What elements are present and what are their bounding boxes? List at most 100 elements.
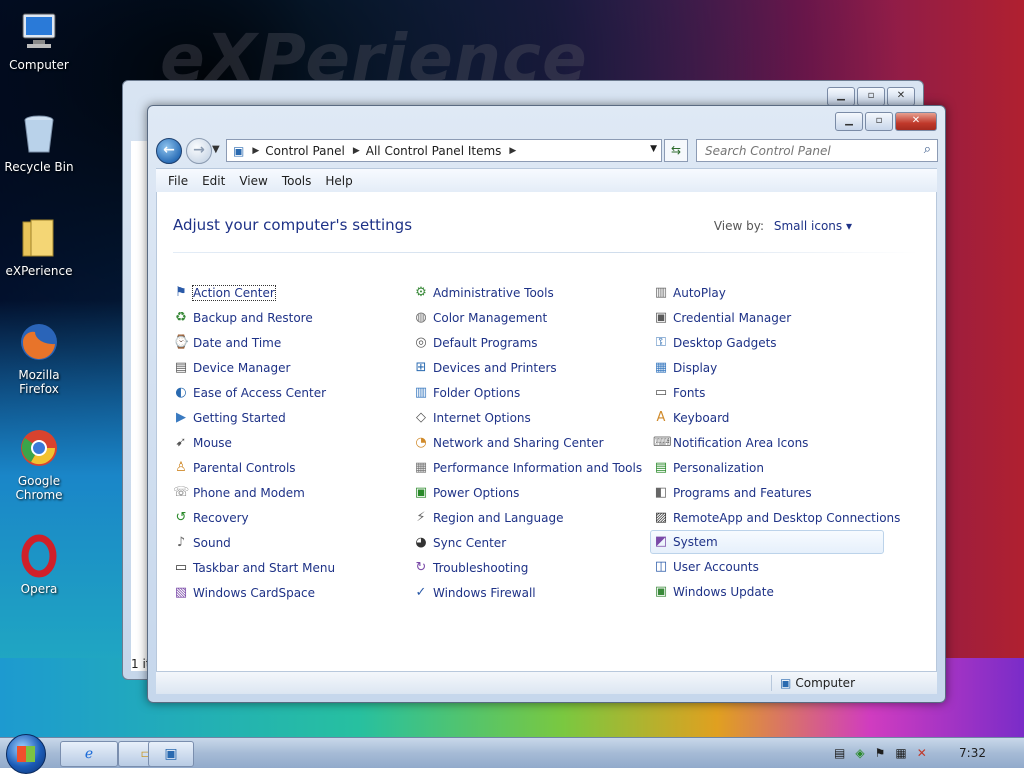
cp-item-action-center[interactable]: ⚑ Action Center [173,280,335,305]
cp-item-label: Fonts [673,385,706,400]
address-bar[interactable]: ▣ ▶ Control Panel ▶ All Control Panel It… [226,139,662,162]
cp-item-getting-started[interactable]: ▶ Getting Started [173,405,335,430]
control-panel-icon: ▣ [233,143,245,158]
menu-tools[interactable]: Tools [282,174,312,188]
maximize-button[interactable]: ▫ [865,112,893,131]
flag-icon[interactable]: ⚑ [875,746,886,760]
cp-item-folder-options[interactable]: ▥ Folder Options [413,380,642,405]
breadcrumb-all-items[interactable]: All Control Panel Items [366,144,502,158]
menu-file[interactable]: File [168,174,188,188]
start-button[interactable] [6,734,46,774]
address-dropdown-icon[interactable]: ▼ [650,144,657,154]
status-location-label: Computer [795,676,855,690]
cp-item-recovery[interactable]: ↺ Recovery [173,505,335,530]
menu-edit[interactable]: Edit [202,174,225,188]
cp-item-ease-of-access-center[interactable]: ◐ Ease of Access Center [173,380,335,405]
forward-button[interactable]: → [186,138,212,164]
cp-item-backup-and-restore[interactable]: ♻ Backup and Restore [173,305,335,330]
cp-item-performance-information-and-tools[interactable]: ▦ Performance Information and Tools [413,455,642,480]
cp-item-internet-options[interactable]: ◇ Internet Options [413,405,642,430]
minimize-button[interactable]: ▁ [827,87,855,106]
cp-item-autoplay[interactable]: ▥ AutoPlay [653,280,900,305]
cp-item-color-management[interactable]: ◍ Color Management [413,305,642,330]
control-panel-window[interactable]: ▁ ▫ ✕ ← → ▼ ▣ ▶ Control Panel ▶ All Cont… [147,105,946,703]
cp-item-default-programs[interactable]: ◎ Default Programs [413,330,642,355]
cp-item-device-manager[interactable]: ▤ Device Manager [173,355,335,380]
network-icon[interactable]: ▦ [895,746,906,760]
cp-item-personalization[interactable]: ▤ Personalization [653,455,900,480]
cp-item-user-accounts[interactable]: ◫ User Accounts [653,554,900,579]
desktop-icon-chrome[interactable]: Google Chrome [0,426,78,502]
recent-pages-dropdown[interactable]: ▼ [212,144,220,155]
maximize-button[interactable]: ▫ [857,87,885,106]
desktop-icon-recycle-bin[interactable]: Recycle Bin [0,112,78,174]
cp-item-keyboard[interactable]: A Keyboard [653,405,900,430]
cp-item-fonts[interactable]: ▭ Fonts [653,380,900,405]
cp-item-sync-center[interactable]: ◕ Sync Center [413,530,642,555]
view-by-value[interactable]: Small icons [774,219,842,233]
cp-item-power-options[interactable]: ▣ Power Options [413,480,642,505]
cp-item-label: Performance Information and Tools [433,460,643,475]
desktop-icon-experience[interactable]: eXPerience [0,216,78,278]
cp-item-notification-area-icons[interactable]: ⌨ Notification Area Icons [653,430,900,455]
clock[interactable]: 7:32 [959,746,986,760]
items-column-1: ⚑ Action Center ♻ Backup and Restore ⌚ Date a… [173,280,335,605]
cp-item-network-and-sharing-center[interactable]: ◔ Network and Sharing Center [413,430,642,455]
breadcrumb-separator[interactable]: ▶ [252,146,259,156]
taskbar-ie-button[interactable]: ℯ [60,741,118,767]
cp-item-troubleshooting[interactable]: ↻ Troubleshooting [413,555,642,580]
folder-icon: ▥ [414,384,428,400]
desktop-icon-firefox[interactable]: Mozilla Firefox [0,320,78,396]
cp-item-label: Desktop Gadgets [673,335,777,350]
cp-item-system[interactable]: ◩ System [650,530,884,554]
breadcrumb-separator[interactable]: ▶ [353,146,360,156]
close-button[interactable]: ✕ [887,87,915,106]
menu-view[interactable]: View [239,174,267,188]
cp-item-programs-and-features[interactable]: ◧ Programs and Features [653,480,900,505]
cp-item-windows-firewall[interactable]: ✓ Windows Firewall [413,580,642,605]
backup-icon: ♻ [175,309,187,325]
minimize-button[interactable]: ▁ [835,112,863,131]
cp-item-windows-update[interactable]: ▣ Windows Update [653,579,900,604]
cp-item-parental-controls[interactable]: ♙ Parental Controls [173,455,335,480]
cp-item-devices-and-printers[interactable]: ⊞ Devices and Printers [413,355,642,380]
document-icon[interactable]: ▤ [834,746,845,760]
search-input[interactable] [703,140,907,161]
cp-item-label: Network and Sharing Center [433,435,604,450]
cp-item-windows-cardspace[interactable]: ▧ Windows CardSpace [173,580,335,605]
refresh-button[interactable]: ⇆ [664,139,688,162]
cp-item-display[interactable]: ▦ Display [653,355,900,380]
menu-help[interactable]: Help [325,174,352,188]
cp-item-label: Taskbar and Start Menu [193,560,336,575]
close-button[interactable]: ✕ [895,112,937,131]
search-box[interactable]: ⌕ [696,139,938,162]
cp-item-taskbar-and-start-menu[interactable]: ▭ Taskbar and Start Menu [173,555,335,580]
cp-item-label: Display [673,360,718,375]
desktop-icon-opera[interactable]: Opera [0,534,78,596]
admin-tools-icon: ⚙ [415,284,427,300]
cp-item-remoteapp-and-desktop-connections[interactable]: ▨ RemoteApp and Desktop Connections [653,505,901,530]
view-by-dropdown[interactable]: Small icons ▾ [774,219,852,233]
cp-item-sound[interactable]: ♪ Sound [173,530,335,555]
back-button[interactable]: ← [156,138,182,164]
taskbar-control-panel-button[interactable]: ▣ [148,741,194,767]
cp-item-label: Phone and Modem [193,485,305,500]
desktop-icon-computer[interactable]: Computer [0,10,78,72]
cp-item-date-and-time[interactable]: ⌚ Date and Time [173,330,335,355]
personalization-icon: ▤ [654,459,668,475]
content-area: Adjust your computer's settings View by:… [156,192,937,672]
cp-item-mouse[interactable]: ➹ Mouse [173,430,335,455]
globe-icon: ⚡ [416,509,426,525]
cp-item-region-and-language[interactable]: ⚡ Region and Language [413,505,642,530]
cp-item-administrative-tools[interactable]: ⚙ Administrative Tools [413,280,642,305]
volume-muted-icon[interactable]: ✕ [917,746,927,760]
cp-item-credential-manager[interactable]: ▣ Credential Manager [653,305,900,330]
cp-item-desktop-gadgets[interactable]: ⚿ Desktop Gadgets [653,330,900,355]
breadcrumb-separator[interactable]: ▶ [509,146,516,156]
search-icon[interactable]: ⌕ [924,142,931,157]
cp-item-label: Windows CardSpace [193,585,316,600]
cp-item-phone-and-modem[interactable]: ☏ Phone and Modem [173,480,335,505]
cp-item-label: Sound [193,535,231,550]
breadcrumb-control-panel[interactable]: Control Panel [265,144,345,158]
security-shield-icon[interactable]: ◈ [855,746,864,760]
